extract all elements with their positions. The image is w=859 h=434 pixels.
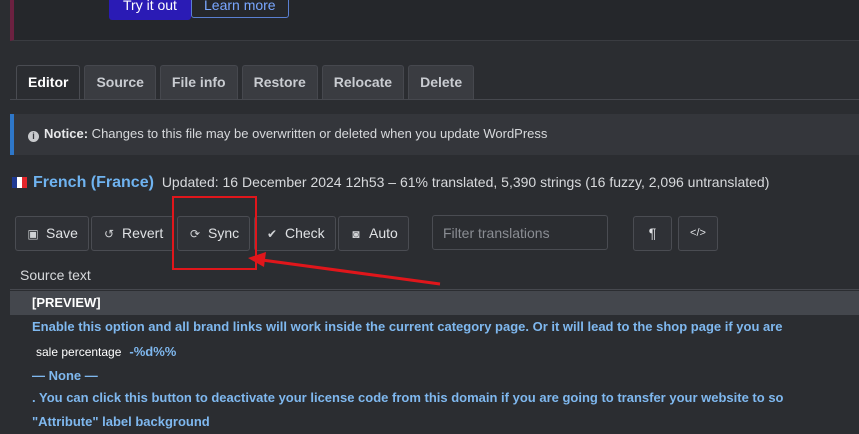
- annotation-arrow: [248, 252, 441, 286]
